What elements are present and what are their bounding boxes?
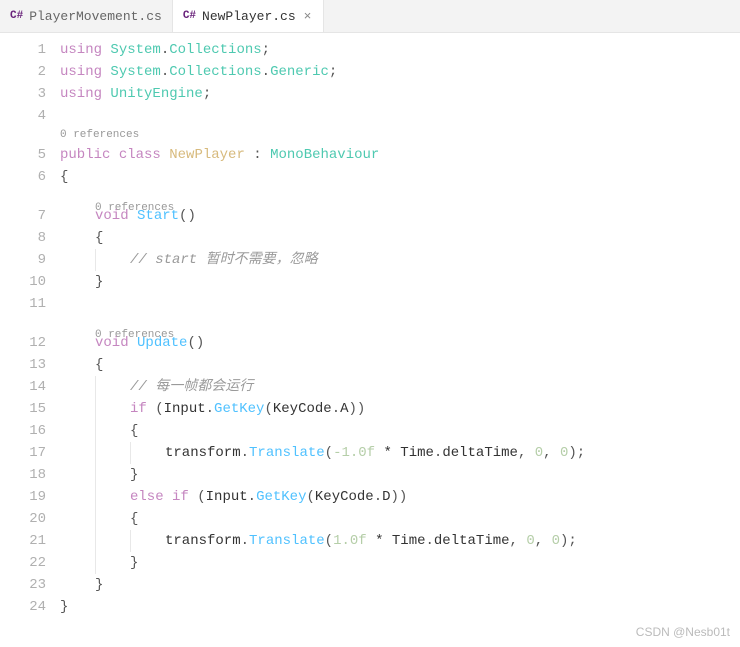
- tab-playermovement[interactable]: C# PlayerMovement.cs: [0, 0, 173, 32]
- tab-label: PlayerMovement.cs: [29, 9, 162, 24]
- line-gutter: 1234 56 7891011 121314151617181920212223…: [0, 33, 60, 647]
- codelens[interactable]: 0 references: [60, 315, 740, 332]
- close-icon[interactable]: ×: [302, 9, 314, 24]
- codelens[interactable]: 0 references: [60, 127, 740, 144]
- tab-label: NewPlayer.cs: [202, 9, 296, 24]
- editor: 1234 56 7891011 121314151617181920212223…: [0, 33, 740, 647]
- tab-newplayer[interactable]: C# NewPlayer.cs ×: [173, 0, 325, 32]
- codelens[interactable]: 0 references: [60, 188, 740, 205]
- watermark: CSDN @Nesb01t: [636, 621, 730, 643]
- csharp-icon: C#: [10, 10, 23, 22]
- csharp-icon: C#: [183, 10, 196, 22]
- code-area[interactable]: using System.Collections; using System.C…: [60, 33, 740, 647]
- tab-bar: C# PlayerMovement.cs C# NewPlayer.cs ×: [0, 0, 740, 33]
